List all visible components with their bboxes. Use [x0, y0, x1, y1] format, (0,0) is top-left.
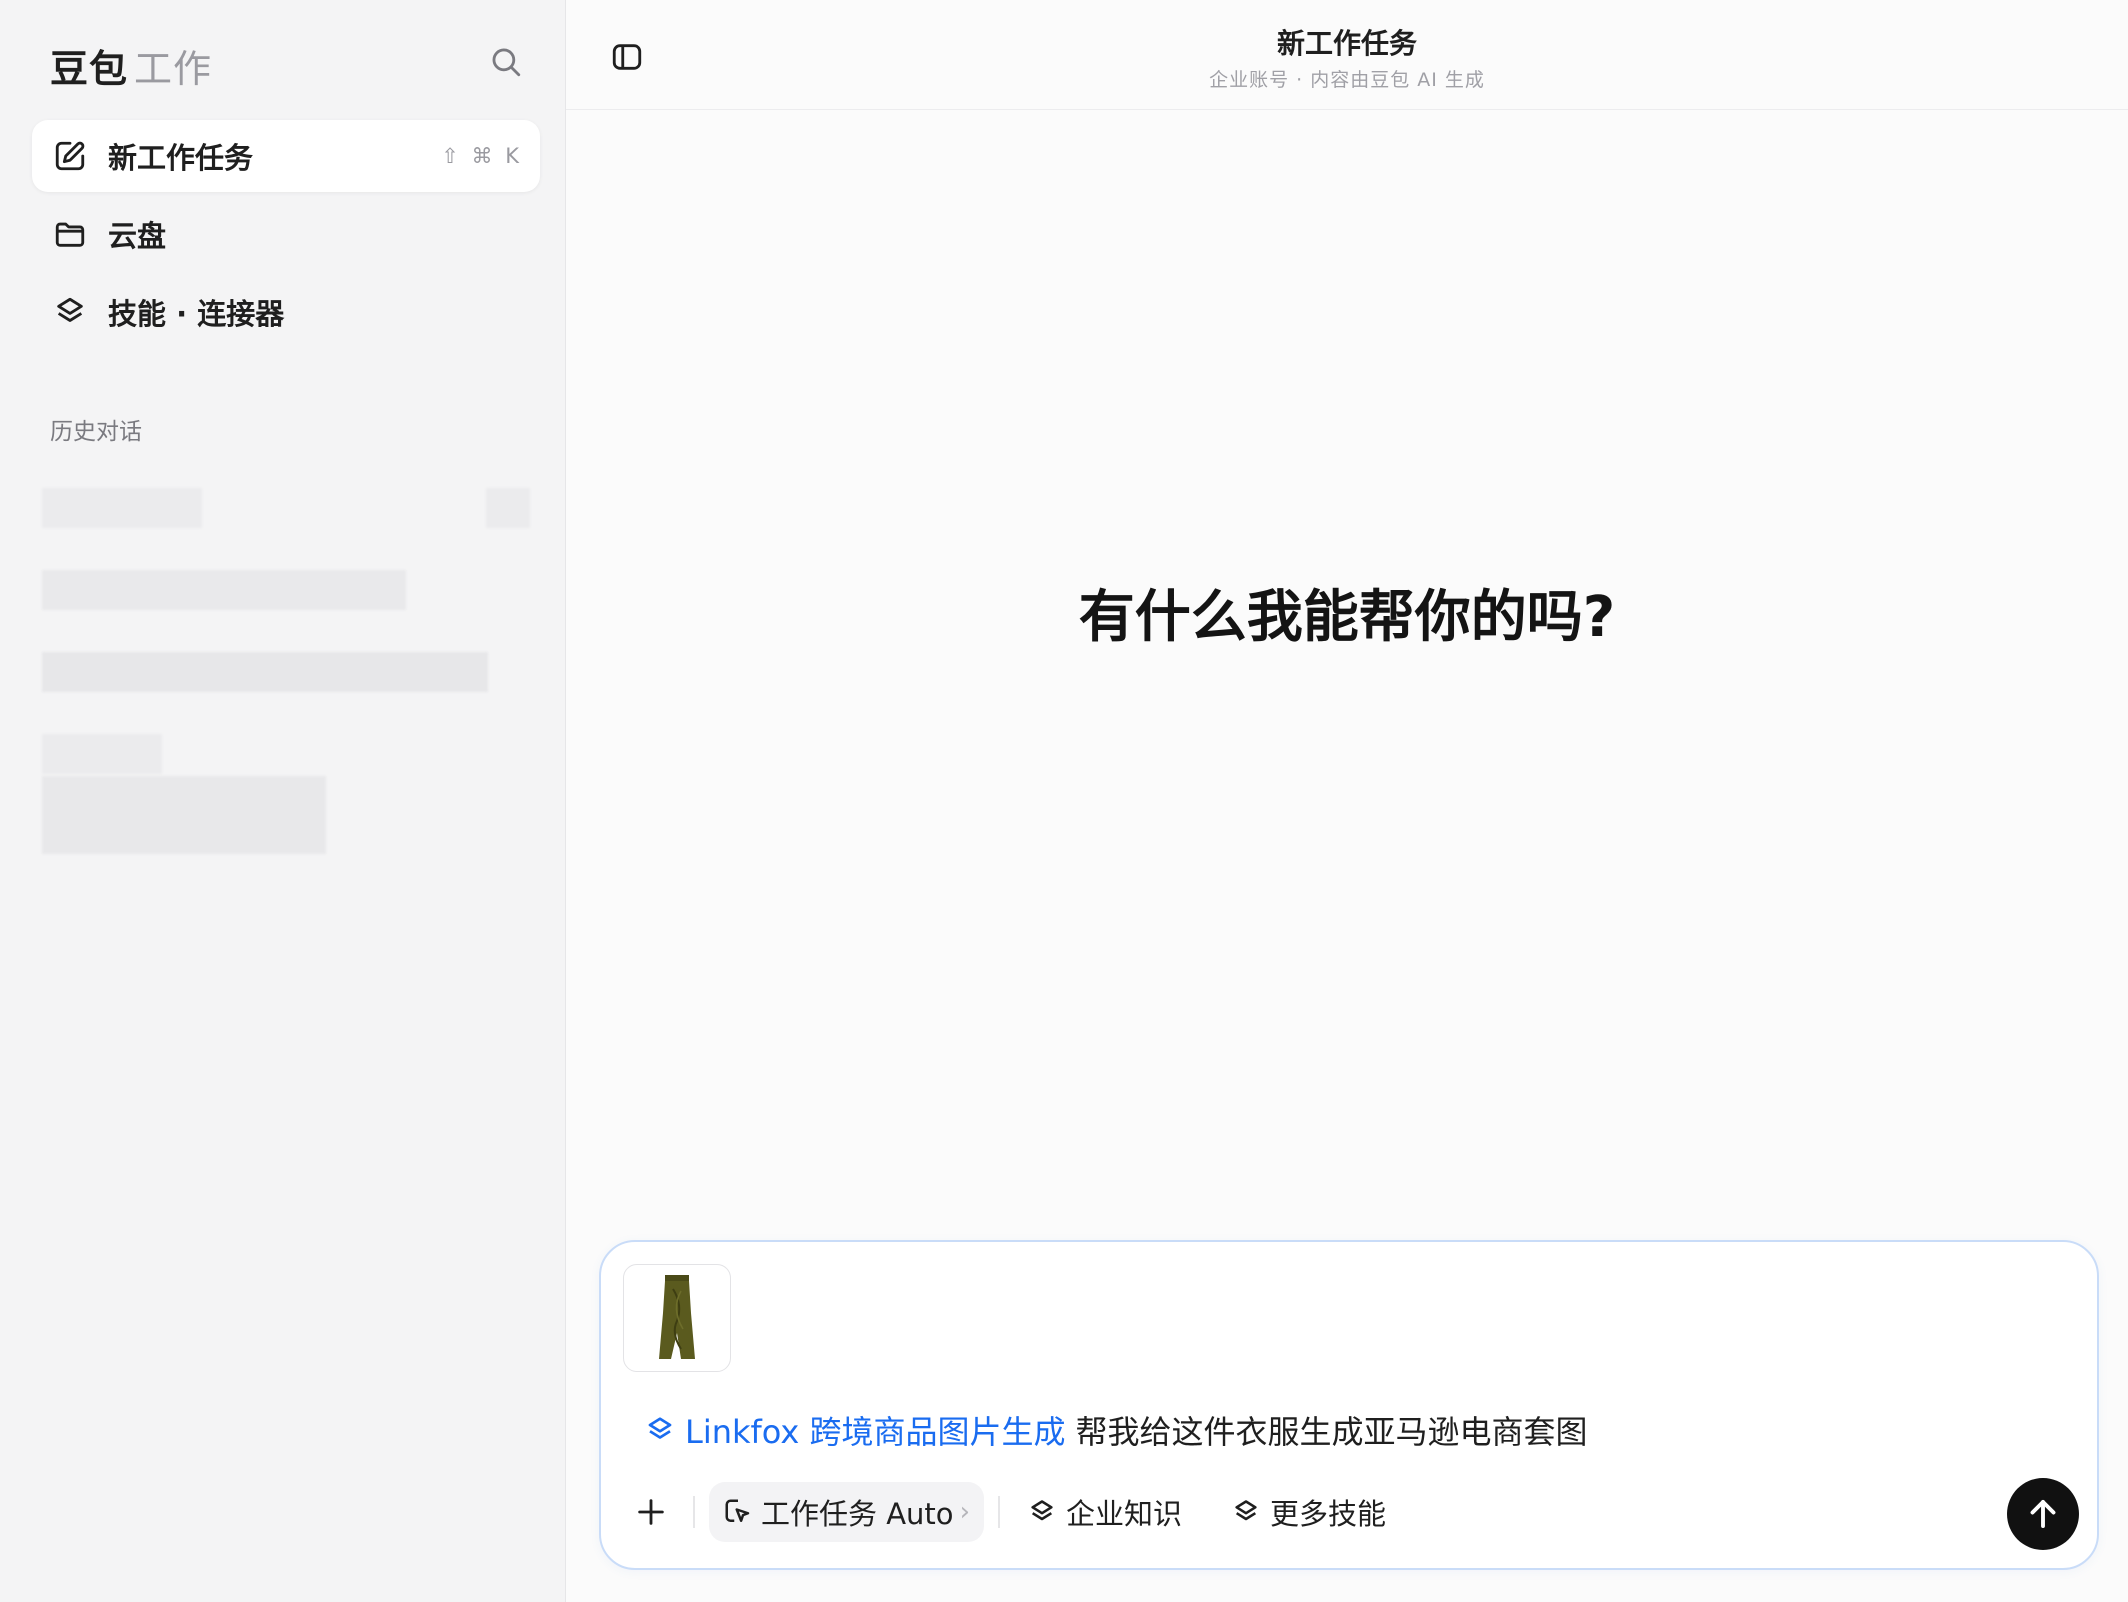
toolbar-divider	[693, 1496, 695, 1528]
page-title: 新工作任务	[1276, 27, 1417, 60]
prompt-input[interactable]: Linkfox 跨境商品图片生成 帮我给这件衣服生成亚马逊电商套图	[645, 1407, 1588, 1453]
selected-skill-tag[interactable]: Linkfox 跨境商品图片生成	[645, 1407, 1066, 1453]
plus-icon	[638, 1499, 664, 1525]
sidebar-item-cloud-drive[interactable]: 云盘	[32, 198, 540, 270]
chip-label: 更多技能	[1269, 1497, 1386, 1531]
sidebar-item-skills-connectors[interactable]: 技能 · 连接器	[32, 276, 540, 348]
chevron-right-icon: ›	[959, 1497, 970, 1527]
sidebar-item-label: 技能 · 连接器	[108, 297, 285, 331]
brand-logo: 豆包 工作	[50, 38, 212, 93]
skill-label: Linkfox 跨境商品图片生成	[685, 1413, 1066, 1451]
page-subtitle: 企业账号 · 内容由豆包 AI 生成	[1209, 69, 1485, 91]
welcome-heading: 有什么我能帮你的吗?	[1078, 585, 1616, 650]
send-button[interactable]	[2007, 1478, 2079, 1550]
layers-icon	[52, 294, 88, 330]
sidebar-item-label: 云盘	[108, 219, 167, 253]
more-skills-button[interactable]: 更多技能	[1218, 1482, 1400, 1542]
history-section-label: 历史对话	[50, 419, 142, 445]
history-item-redacted[interactable]	[42, 652, 488, 692]
brand-secondary: 工作	[134, 47, 213, 91]
edit-icon	[52, 138, 88, 174]
sidebar-item-new-task[interactable]: 新工作任务 ⇧ ⌘ K	[32, 120, 540, 192]
shortcut-hint: ⇧ ⌘ K	[441, 144, 522, 168]
arrow-up-icon	[2030, 1500, 2056, 1528]
search-icon	[492, 48, 521, 77]
history-item-redacted[interactable]	[42, 734, 162, 774]
history-item-redacted[interactable]	[42, 776, 326, 854]
composer-toolbar: 工作任务 Auto › 企业知识 更多技能	[623, 1480, 1400, 1544]
attachment-thumbnail[interactable]	[623, 1264, 731, 1372]
mode-selector-button[interactable]: 工作任务 Auto ›	[709, 1482, 984, 1542]
layers-icon	[1028, 1497, 1058, 1527]
message-composer[interactable]: Linkfox 跨境商品图片生成 帮我给这件衣服生成亚马逊电商套图 工作任务 A…	[599, 1240, 2099, 1570]
top-bar: 新工作任务 企业账号 · 内容由豆包 AI 生成	[566, 0, 2128, 110]
sidebar: 豆包 工作 新工作任务 ⇧ ⌘ K 云盘 技能 · 连接器 历史对话	[0, 0, 566, 1602]
brand-primary: 豆包	[50, 47, 129, 91]
search-button[interactable]	[486, 42, 526, 82]
prompt-text: 帮我给这件衣服生成亚马逊电商套图	[1075, 1413, 1588, 1451]
mode-label: 工作任务 Auto	[761, 1497, 954, 1531]
skirt-product-image	[659, 1275, 695, 1359]
layers-icon	[645, 1414, 677, 1446]
sidebar-item-label: 新工作任务	[108, 141, 254, 175]
toolbar-divider	[997, 1496, 1000, 1528]
add-attachment-button[interactable]	[623, 1484, 679, 1540]
layers-icon	[1232, 1497, 1262, 1527]
enterprise-knowledge-button[interactable]: 企业知识	[1014, 1482, 1196, 1542]
cursor-select-icon	[723, 1497, 753, 1527]
history-item-redacted	[486, 488, 530, 528]
history-item-redacted[interactable]	[42, 570, 406, 610]
main-panel: 新工作任务 企业账号 · 内容由豆包 AI 生成 有什么我能帮你的吗? Link…	[566, 0, 2128, 1602]
chip-label: 企业知识	[1065, 1497, 1182, 1531]
history-item-redacted[interactable]	[42, 488, 202, 528]
folder-icon	[52, 216, 88, 252]
